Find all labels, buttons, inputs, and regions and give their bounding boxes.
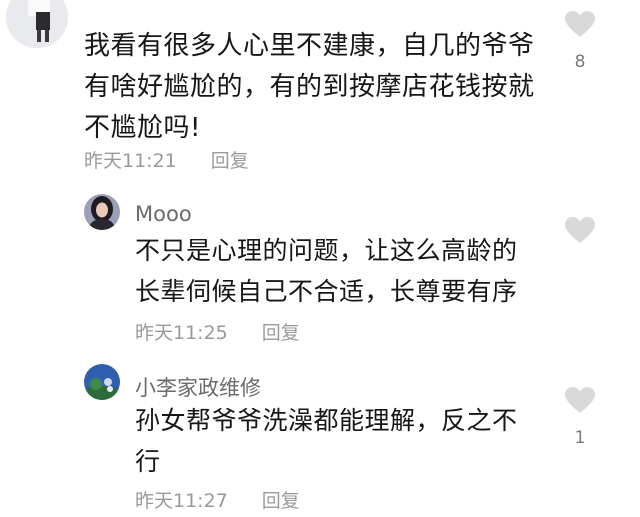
comment-text: 孙女帮爷爷洗澡都能理解，反之不 行 <box>135 406 518 476</box>
avatar[interactable] <box>6 0 68 48</box>
heart-icon <box>565 387 595 413</box>
username[interactable]: Mooo <box>135 202 192 226</box>
avatar[interactable] <box>84 364 120 400</box>
heart-icon <box>565 11 595 37</box>
comment-meta: 昨天11:25 回复 <box>135 318 300 345</box>
heart-icon <box>565 217 595 243</box>
reply-button[interactable]: 回复 <box>262 322 300 344</box>
reply-item: Mooo 不只是心理的问题，让这么高龄的 长辈伺候自己不合适，长尊要有序 昨天1… <box>0 180 640 350</box>
like-button[interactable]: 8 <box>563 10 597 72</box>
comment-meta: 昨天11:27 回复 <box>135 486 300 513</box>
username[interactable]: 小李家政维修 <box>135 372 261 402</box>
comment-item: 我看有很多人心里不建康，自几的爷爷 有啥好尴尬的，有的到按摩店花钱按就 不尴尬吗… <box>0 0 640 180</box>
like-button[interactable]: 1 <box>563 386 597 448</box>
reply-button[interactable]: 回复 <box>262 490 300 512</box>
comment-meta: 昨天11:21 回复 <box>84 146 249 173</box>
timestamp: 昨天11:25 <box>135 322 228 344</box>
reply-button[interactable]: 回复 <box>211 150 249 172</box>
timestamp: 昨天11:21 <box>84 150 177 172</box>
timestamp: 昨天11:27 <box>135 490 228 512</box>
avatar[interactable] <box>84 194 120 230</box>
reply-item: 小李家政维修 孙女帮爷爷洗澡都能理解，反之不 行 昨天11:27 回复 1 <box>0 350 640 517</box>
like-count: 8 <box>574 52 586 72</box>
like-count: 1 <box>574 428 586 448</box>
like-button[interactable] <box>563 216 597 244</box>
comment-text: 不只是心理的问题，让这么高龄的 长辈伺候自己不合适，长尊要有序 <box>135 236 518 306</box>
comment-text: 我看有很多人心里不建康，自几的爷爷 有啥好尴尬的，有的到按摩店花钱按就 不尴尬吗… <box>84 31 535 143</box>
